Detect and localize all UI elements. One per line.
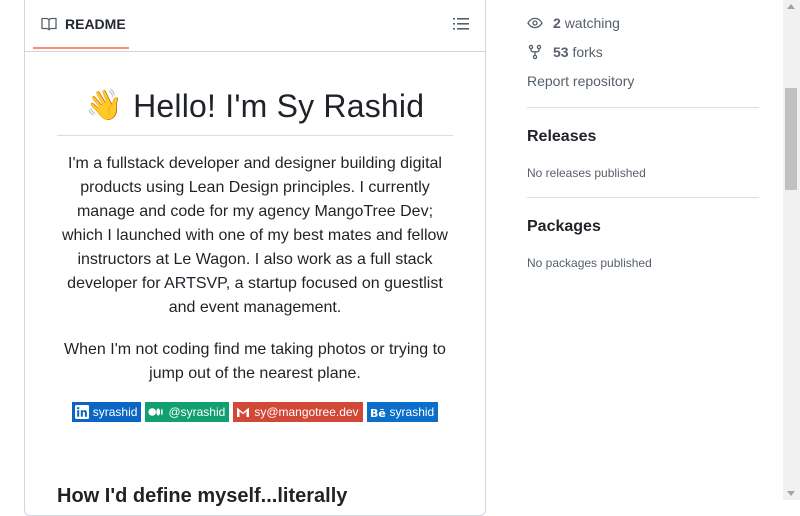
list-icon[interactable] <box>453 17 469 31</box>
readme-panel: README 👋 Hello! I'm Sy Rashid I'm a full… <box>24 0 486 516</box>
medium-badge[interactable]: @syrashid <box>145 402 230 422</box>
forks-label: forks <box>572 43 603 60</box>
sidebar-divider <box>527 197 759 198</box>
medium-badge-label: @syrashid <box>168 405 226 419</box>
readme-content: 👋 Hello! I'm Sy Rashid I'm a fullstack d… <box>57 67 453 422</box>
linkedin-icon <box>74 405 89 419</box>
report-repository-link[interactable]: Report repository <box>527 66 759 95</box>
gmail-icon <box>237 407 250 417</box>
readme-header: README <box>25 0 485 52</box>
scroll-down-arrow[interactable] <box>787 491 795 496</box>
book-icon <box>41 17 57 31</box>
forks-link[interactable]: 53 forks <box>527 37 759 66</box>
forks-count: 53 <box>553 43 569 60</box>
eye-icon <box>527 17 543 28</box>
medium-icon <box>148 408 164 416</box>
behance-badge-label: syrashid <box>389 405 435 419</box>
releases-note: No releases published <box>527 166 646 180</box>
page-title: Hello! I'm Sy Rashid <box>133 87 425 124</box>
repo-sidebar: 2 watching 53 forks Report repository Re… <box>527 0 759 270</box>
sidebar-divider <box>527 107 759 108</box>
linkedin-badge-label: syrashid <box>92 405 138 419</box>
packages-note: No packages published <box>527 256 652 270</box>
readme-tab[interactable]: README <box>33 1 129 49</box>
hobbies-paragraph: When I'm not coding find me taking photo… <box>64 341 446 382</box>
packages-heading[interactable]: Packages <box>527 218 759 236</box>
fork-icon <box>528 44 542 59</box>
behance-badge[interactable]: Bē syrashid <box>366 402 439 422</box>
section-heading: How I'd define myself...literally <box>57 485 348 507</box>
scroll-up-arrow[interactable] <box>787 4 795 9</box>
watching-link[interactable]: 2 watching <box>527 8 759 37</box>
behance-icon: Bē <box>370 407 386 418</box>
gmail-badge-label: sy@mangotree.dev <box>254 405 359 419</box>
page-scrollbar[interactable] <box>783 0 800 500</box>
title-row: 👋 Hello! I'm Sy Rashid <box>57 77 453 136</box>
watching-text: 2 watching <box>553 15 620 31</box>
waving-hand-icon: 👋 <box>85 89 124 122</box>
intro-paragraph: I'm a fullstack developer and designer b… <box>62 155 448 316</box>
watching-label: watching <box>564 14 620 31</box>
linkedin-badge[interactable]: syrashid <box>71 402 142 422</box>
social-badges: syrashid @syrashid sy@mangotree.dev Bē s… <box>57 402 453 422</box>
forks-text: 53 forks <box>553 44 603 60</box>
releases-heading[interactable]: Releases <box>527 128 759 146</box>
watching-count: 2 <box>553 14 561 31</box>
scroll-thumb[interactable] <box>785 88 797 190</box>
readme-tab-label: README <box>65 16 126 32</box>
gmail-badge[interactable]: sy@mangotree.dev <box>233 402 363 422</box>
svg-text:Bē: Bē <box>370 407 386 418</box>
